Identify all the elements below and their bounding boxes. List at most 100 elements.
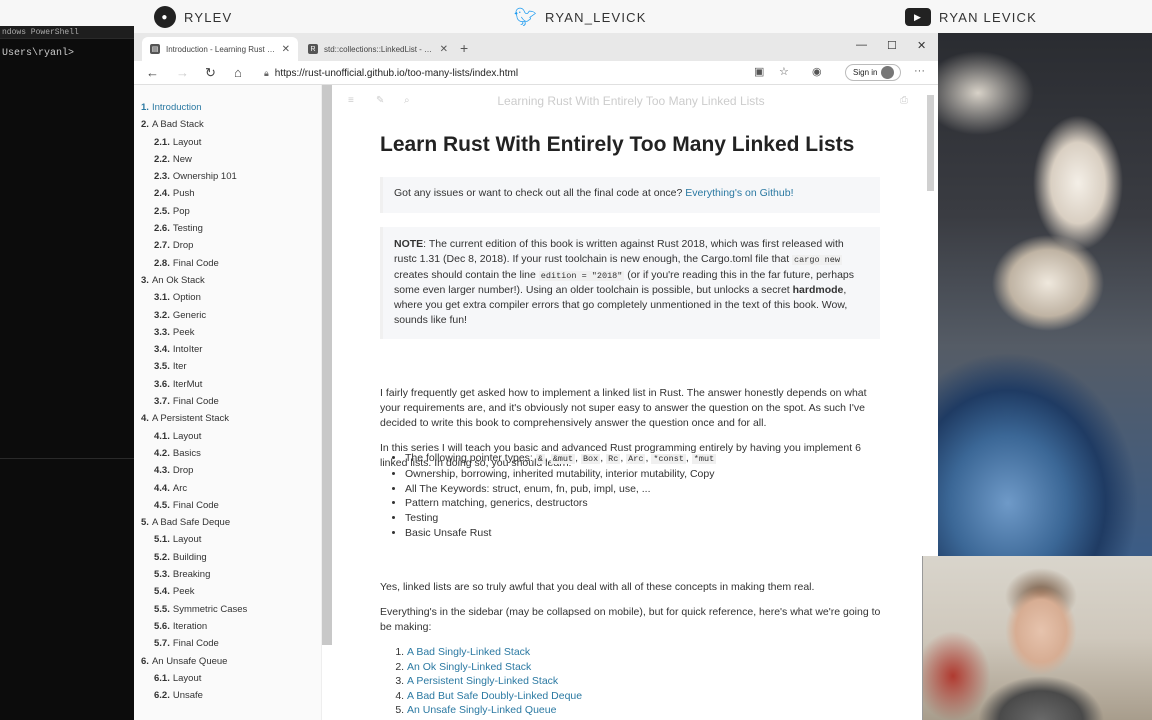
toc-label: IntoIter: [172, 344, 203, 356]
toc-item[interactable]: 3.4. IntoIter: [141, 341, 321, 358]
toc-item[interactable]: 5.7. Final Code: [141, 635, 321, 652]
toc-item[interactable]: 3.6. IterMut: [141, 376, 321, 393]
toc-label: Pop: [172, 205, 190, 217]
toc-item[interactable]: 5.3. Breaking: [141, 566, 321, 583]
toc-number: 3.5.: [154, 361, 170, 373]
toc-number: 5.2.: [154, 551, 170, 563]
toc-number: 2.: [141, 119, 149, 131]
toc-item[interactable]: 2.3. Ownership 101: [141, 168, 321, 185]
reader-view-icon[interactable]: ▣: [754, 65, 764, 78]
toc-number: 3.3.: [154, 326, 170, 338]
toc-label: Final Code: [172, 638, 219, 650]
sign-in-button[interactable]: Sign in: [845, 64, 901, 81]
toc-label: Drop: [172, 465, 194, 477]
chapter-link[interactable]: A Persistent Singly-Linked Stack: [407, 675, 558, 687]
toc-item[interactable]: 6. An Unsafe Queue: [141, 653, 321, 670]
toc-label: A Bad Stack: [151, 119, 204, 131]
rust-favicon-icon: R: [308, 44, 318, 54]
learn-list: The following pointer types: &, &mut, Bo…: [390, 451, 717, 541]
toc-item[interactable]: 5.5. Symmetric Cases: [141, 601, 321, 618]
chapter-link[interactable]: A Bad But Safe Doubly-Linked Deque: [407, 690, 582, 702]
note-bold: hardmode: [792, 284, 844, 297]
more-menu-icon[interactable]: ···: [914, 65, 925, 77]
toc-item[interactable]: 6.1. Layout: [141, 670, 321, 687]
toc-number: 4.1.: [154, 430, 170, 442]
new-tab-icon[interactable]: +: [460, 40, 468, 56]
address-bar[interactable]: 🔒︎ https://rust-unofficial.github.io/too…: [264, 63, 824, 83]
toc-item[interactable]: 5.1. Layout: [141, 531, 321, 548]
toc-number: 2.1.: [154, 136, 170, 148]
toc-number: 2.8.: [154, 257, 170, 269]
page-title: Learn Rust With Entirely Too Many Linked…: [380, 133, 855, 156]
toc-item[interactable]: 6.2. Unsafe: [141, 687, 321, 704]
chapter-link[interactable]: An Ok Singly-Linked Stack: [407, 661, 531, 673]
print-icon[interactable]: ⎙: [900, 95, 908, 106]
pointer-type-code: &mut: [550, 454, 576, 464]
pointer-type-code: Box: [580, 454, 601, 464]
toc-item[interactable]: 4.5. Final Code: [141, 497, 321, 514]
close-window-icon[interactable]: ✕: [917, 39, 926, 52]
github-icon: ●: [154, 6, 176, 28]
toc-item[interactable]: 5.2. Building: [141, 549, 321, 566]
toc-item[interactable]: 5. A Bad Safe Deque: [141, 514, 321, 531]
toc-item[interactable]: 4. A Persistent Stack: [141, 410, 321, 427]
toc-item[interactable]: 1. Introduction: [141, 99, 321, 116]
sidebar-scrollbar[interactable]: [322, 85, 332, 645]
toc-item[interactable]: 2. A Bad Stack: [141, 116, 321, 133]
pointer-type-code: *mut: [691, 454, 717, 464]
list-item: A Bad But Safe Doubly-Linked Deque: [407, 689, 612, 704]
terminal-prompt[interactable]: Users\ryanl>: [2, 48, 74, 59]
tab-introduction[interactable]: ▤ Introduction - Learning Rust Wi ✕: [142, 37, 298, 61]
toc-label: Layout: [172, 672, 202, 684]
extension-icon[interactable]: ◉: [812, 65, 822, 78]
pointer-type-code: *const: [651, 454, 686, 464]
toc-label: Breaking: [172, 569, 211, 581]
favorite-star-icon[interactable]: ☆: [779, 65, 789, 78]
toc-item[interactable]: 2.2. New: [141, 151, 321, 168]
content-scrollbar[interactable]: [927, 95, 934, 191]
toc-item[interactable]: 4.2. Basics: [141, 445, 321, 462]
toc-item[interactable]: 3.7. Final Code: [141, 393, 321, 410]
toc-item[interactable]: 2.4. Push: [141, 185, 321, 202]
toc-item[interactable]: 2.8. Final Code: [141, 255, 321, 272]
maximize-icon[interactable]: ☐: [887, 39, 897, 52]
tab-linkedlist-docs[interactable]: R std::collections::LinkedList - Rust ✕: [300, 37, 456, 61]
toc-item[interactable]: 3.5. Iter: [141, 358, 321, 375]
toc-item[interactable]: 5.6. Iteration: [141, 618, 321, 635]
chapter-link[interactable]: A Bad Singly-Linked Stack: [407, 646, 530, 658]
toc-item[interactable]: 4.4. Arc: [141, 480, 321, 497]
minimize-icon[interactable]: —: [856, 39, 867, 51]
toc-item[interactable]: 3.3. Peek: [141, 324, 321, 341]
refresh-icon[interactable]: ↻: [205, 65, 216, 81]
github-link[interactable]: Everything's on Github!: [685, 187, 793, 199]
toc-label: An Unsafe Queue: [151, 655, 228, 667]
toc-item[interactable]: 2.5. Pop: [141, 203, 321, 220]
note-text: creates should contain the line: [394, 268, 539, 281]
close-tab-icon[interactable]: ✕: [282, 44, 290, 55]
toc-item[interactable]: 3.1. Option: [141, 289, 321, 306]
toc-item[interactable]: 2.7. Drop: [141, 237, 321, 254]
terminal-window[interactable]: ndows PowerShell Users\ryanl>: [0, 26, 134, 720]
pointer-type-code: Arc: [626, 454, 646, 464]
url-text[interactable]: https://rust-unofficial.github.io/too-ma…: [275, 68, 518, 79]
toc-item[interactable]: 5.4. Peek: [141, 583, 321, 600]
home-icon[interactable]: ⌂: [234, 65, 242, 80]
note-callout: NOTE: The current edition of this book i…: [380, 227, 880, 339]
toc-item[interactable]: 4.3. Drop: [141, 462, 321, 479]
forward-icon[interactable]: →: [176, 65, 189, 80]
toc-item[interactable]: 4.1. Layout: [141, 428, 321, 445]
toc-item[interactable]: 2.1. Layout: [141, 134, 321, 151]
toc-item[interactable]: 3. An Ok Stack: [141, 272, 321, 289]
toc-item[interactable]: 2.6. Testing: [141, 220, 321, 237]
lists-overview: A Bad Singly-Linked Stack An Ok Singly-Li…: [380, 645, 612, 720]
pointer-type-code: &: [535, 454, 545, 464]
back-icon[interactable]: ←: [146, 65, 159, 80]
pointer-label: The following pointer types:: [405, 452, 536, 464]
toc-number: 3.1.: [154, 292, 170, 304]
chapter-link[interactable]: An Unsafe Singly-Linked Queue: [407, 704, 556, 716]
close-tab-icon[interactable]: ✕: [440, 44, 448, 55]
note-label: NOTE: [394, 238, 424, 250]
toc-label: Generic: [172, 309, 207, 321]
twitter-icon: 🐦︎: [513, 6, 539, 27]
toc-item[interactable]: 3.2. Generic: [141, 307, 321, 324]
